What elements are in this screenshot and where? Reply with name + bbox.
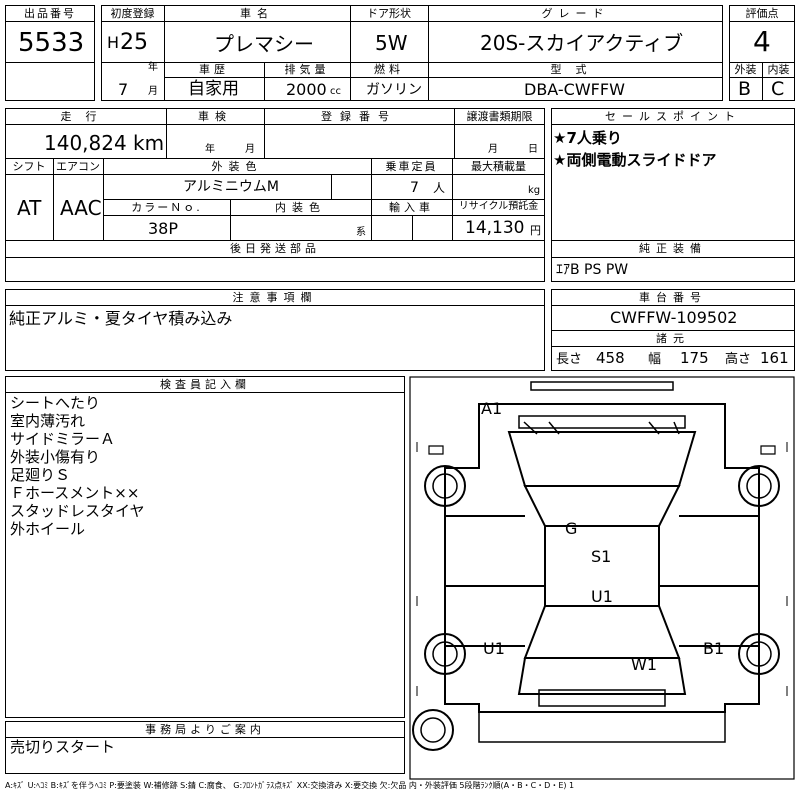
height-value: 161	[760, 349, 789, 367]
office-notes-text: 売切りスタート	[10, 738, 116, 756]
sales-point-header: セールスポイント	[605, 109, 741, 123]
model-code: DBA-CWFFW	[524, 80, 625, 99]
inspector-notes-header: 検査員記入欄	[160, 377, 250, 391]
inspector-note-6: Ｆホースメント××	[10, 484, 140, 502]
genuine-equipment-header: 純正装備	[639, 242, 707, 255]
aircon-header: エアコン	[56, 159, 100, 173]
max-load-unit: kg	[528, 185, 541, 196]
door-header: ドア形状	[367, 6, 411, 20]
seating-capacity: 7	[410, 180, 419, 196]
capacity-unit: 人	[433, 181, 446, 195]
damage-legend: A:ｷｽﾞ U:ﾍｺﾐ B:ｷｽﾞを伴うﾍｺﾐ P:要塗装 W:補修跡 S:錆 …	[5, 781, 575, 790]
fuel: ガソリン	[366, 82, 422, 98]
score-header: 評価点	[745, 6, 779, 20]
notes-header: 注意事項欄	[232, 290, 318, 304]
year-unit: 年	[148, 62, 158, 73]
car-name-header: 車名	[240, 6, 274, 20]
overall-score: 4	[753, 25, 771, 58]
exterior-color: アルミニウムM	[183, 179, 279, 195]
color-number-header: カラーＮｏ.	[131, 200, 202, 214]
later-parts-header: 後日発送部品	[230, 242, 320, 255]
aircon-type: AAC	[60, 196, 102, 220]
interior-color-unit: 系	[356, 227, 366, 238]
lot-number: 5533	[18, 28, 85, 58]
chassis-number-header: 車台番号	[639, 290, 707, 304]
mileage-header: 走行	[60, 109, 111, 123]
width-label: 幅	[648, 352, 662, 367]
interior-score: C	[771, 78, 785, 100]
inspector-note-3: サイドミラーＡ	[10, 430, 116, 448]
vehicle-history: 自家用	[188, 79, 239, 99]
height-label: 高さ	[725, 352, 752, 367]
notes-text: 純正アルミ・夏タイヤ積み込み	[9, 309, 233, 328]
grade: 20S-スカイアクティブ	[480, 31, 684, 55]
mark-a1: A1	[481, 399, 502, 418]
month-unit: 月	[148, 86, 158, 97]
inspector-note-8: 外ホイール	[10, 520, 86, 538]
genuine-equipment: ｴｱB PS PW	[556, 262, 629, 278]
mark-w1: W1	[631, 655, 657, 674]
inspector-note-4: 外装小傷有り	[10, 448, 101, 466]
sales-point-2: ★両側電動スライドドア	[553, 151, 717, 169]
era-letter: H	[107, 33, 120, 52]
exterior-score: B	[738, 78, 752, 100]
shift-header: シフト	[12, 159, 46, 173]
recycle-fee-unit: 円	[530, 224, 541, 237]
sales-point-1: ★7人乗り	[553, 129, 622, 147]
length-value: 458	[596, 349, 625, 367]
inspection-header: 車検	[198, 109, 232, 123]
inspector-note-1: シートへたり	[10, 394, 101, 412]
exterior-header: 外装	[734, 63, 757, 76]
transfer-day-unit: 日	[528, 144, 538, 155]
first-registration-header: 初度登録	[110, 6, 155, 20]
capacity-header: 乗車定員	[385, 159, 438, 173]
inspector-note-5: 足廻りＳ	[10, 466, 71, 484]
inspector-note-7: スタッドレスタイヤ	[10, 502, 145, 520]
mark-g: G	[565, 519, 577, 538]
interior-header: 内装	[767, 63, 790, 76]
exterior-color-header: 外装色	[211, 159, 263, 173]
recycle-fee-header: リサイクル預託金	[458, 201, 539, 212]
transfer-deadline-header: 譲渡書類期限	[466, 109, 533, 123]
door-type: 5W	[375, 31, 408, 55]
recycle-fee: 14,130	[465, 218, 525, 238]
inspector-note-2: 室内薄汚れ	[10, 412, 86, 430]
chassis-number: CWFFW-109502	[610, 308, 738, 327]
car-name: プレマシー	[214, 32, 314, 56]
max-load-header: 最大積載量	[471, 159, 526, 173]
history-header: 車歴	[199, 63, 229, 76]
interior-color-header: 内装色	[275, 200, 326, 214]
lot-number-header: 出品番号	[24, 6, 76, 20]
import-header: 輸入車	[389, 200, 434, 214]
fuel-header: 燃料	[374, 63, 404, 76]
model-header: 型式	[550, 63, 601, 76]
mark-b1: B1	[703, 639, 724, 658]
length-label: 長さ	[556, 352, 583, 367]
inspection-year-unit: 年	[205, 144, 215, 155]
inspection-month-unit: 月	[245, 144, 255, 155]
registration-number-header: 登録番号	[321, 109, 397, 123]
mileage-unit: km	[133, 131, 165, 155]
registration-year: 25	[120, 30, 148, 55]
mileage: 140,824	[44, 131, 127, 155]
shift-type: AT	[17, 196, 42, 220]
color-number: 38P	[148, 219, 179, 238]
grade-header: グレード	[541, 6, 610, 20]
displacement-header: 排気量	[284, 63, 330, 76]
transfer-month-unit: 月	[488, 144, 498, 155]
displacement-unit: cc	[330, 86, 341, 97]
mark-u1-left: U1	[483, 639, 505, 658]
office-notes-header: 事務局よりご案内	[145, 722, 265, 736]
mark-u1-center: U1	[591, 587, 613, 606]
registration-month: 7	[118, 80, 129, 99]
displacement: 2000	[286, 80, 327, 99]
vehicle-damage-diagram: A1 G S1 U1 U1 B1 W1	[409, 376, 795, 780]
width-value: 175	[680, 349, 709, 367]
mark-s1: S1	[591, 547, 611, 566]
specs-header: 諸元	[656, 331, 690, 345]
